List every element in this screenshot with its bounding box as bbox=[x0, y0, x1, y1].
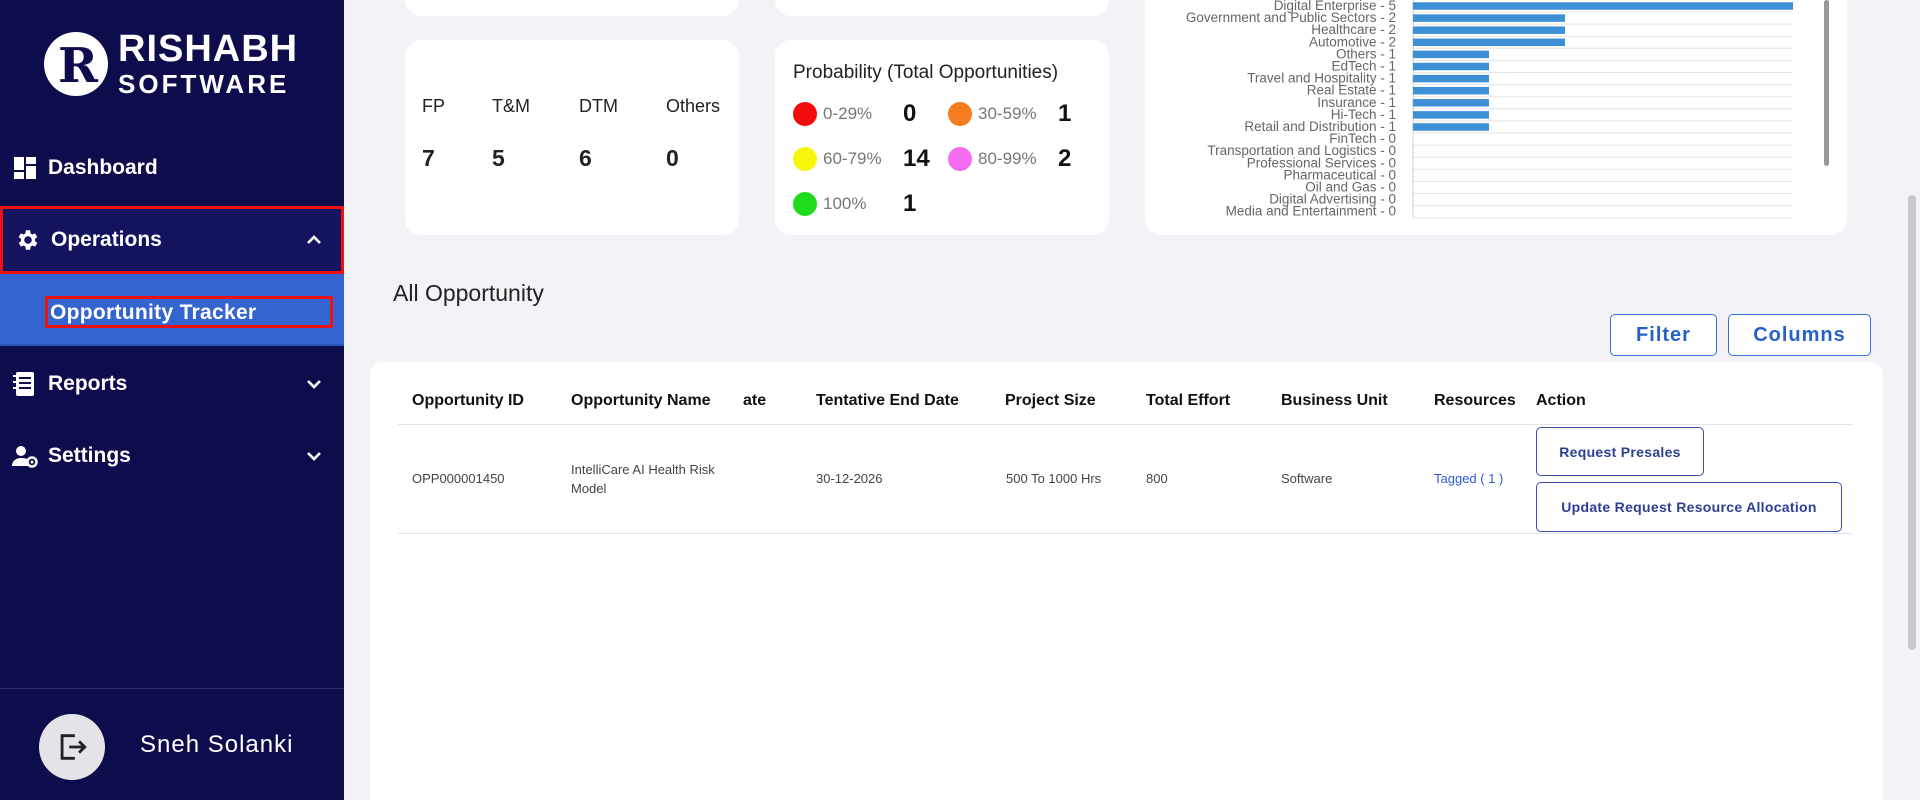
filter-button[interactable]: Filter bbox=[1610, 314, 1717, 356]
chart-bar bbox=[1413, 38, 1565, 47]
cell-opportunity-id: OPP000001450 bbox=[412, 471, 505, 486]
page-scrollbar[interactable] bbox=[1908, 195, 1916, 650]
user-bar: Sneh Solanki bbox=[0, 688, 344, 800]
table-header[interactable]: Total Effort bbox=[1146, 392, 1230, 410]
chart-bar bbox=[1413, 74, 1489, 83]
table-header[interactable]: ate bbox=[743, 392, 766, 410]
cell-end-date: 30-12-2026 bbox=[816, 471, 883, 486]
sidebar-item-settings[interactable]: Settings bbox=[0, 422, 344, 490]
cell-total-effort: 800 bbox=[1146, 471, 1168, 486]
table-header[interactable]: Action bbox=[1536, 392, 1586, 410]
table-header[interactable]: Opportunity ID bbox=[412, 392, 524, 410]
table-divider bbox=[398, 424, 1853, 425]
request-presales-button[interactable]: Request Presales bbox=[1536, 427, 1704, 476]
section-title: All Opportunity bbox=[393, 280, 544, 306]
table-header[interactable]: Resources bbox=[1434, 392, 1516, 410]
chevron-down-icon[interactable] bbox=[302, 372, 326, 396]
sidebar-item-label: Reports bbox=[48, 372, 128, 395]
chart-bar bbox=[1413, 99, 1489, 107]
table-header[interactable]: Project Size bbox=[1005, 392, 1096, 410]
opportunity-table: Opportunity ID Opportunity Name ate Tent… bbox=[370, 362, 1883, 800]
cell-business-unit: Software bbox=[1281, 471, 1333, 486]
user-settings-icon bbox=[12, 443, 38, 469]
table-header[interactable]: Opportunity Name bbox=[571, 392, 711, 410]
chart-bar bbox=[1413, 2, 1793, 10]
chart-bar bbox=[1413, 111, 1489, 119]
submenu-item-opportunity-tracker[interactable]: Opportunity Tracker bbox=[45, 296, 333, 328]
chart-bar bbox=[1413, 62, 1489, 71]
user-name: Sneh Solanki bbox=[140, 731, 294, 758]
table-header[interactable]: Business Unit bbox=[1281, 392, 1388, 410]
cell-opportunity-name: IntelliCare AI Health Risk Model bbox=[571, 462, 715, 496]
logout-icon bbox=[60, 734, 87, 760]
chart-bar bbox=[1413, 14, 1565, 22]
industry-bar-chart: Digital Enterprise - 5Government and Pub… bbox=[1186, 0, 1793, 219]
update-resource-allocation-button[interactable]: Update Request Resource Allocation bbox=[1536, 482, 1842, 532]
columns-button[interactable]: Columns bbox=[1728, 314, 1871, 356]
chart-bar bbox=[1413, 50, 1489, 59]
sidebar-item-reports[interactable]: Reports bbox=[0, 350, 344, 418]
table-header[interactable]: Tentative End Date bbox=[816, 392, 959, 410]
cell-project-size: 500 To 1000 Hrs bbox=[1006, 471, 1102, 486]
resources-link[interactable]: Tagged ( 1 ) bbox=[1434, 469, 1503, 488]
logout-button[interactable] bbox=[39, 714, 105, 780]
chevron-down-icon[interactable] bbox=[302, 444, 326, 468]
report-icon bbox=[12, 371, 38, 397]
chart-category-label: Media and Entertainment - 0 bbox=[1226, 204, 1396, 219]
chart-bar bbox=[1413, 26, 1565, 34]
sidebar-item-label: Settings bbox=[48, 444, 131, 467]
chart-bar bbox=[1413, 86, 1489, 95]
chart-bar bbox=[1413, 123, 1489, 131]
submenu-operations: Opportunity Tracker bbox=[0, 274, 344, 346]
chart-scrollbar[interactable] bbox=[1824, 0, 1829, 166]
table-divider bbox=[398, 533, 1853, 534]
